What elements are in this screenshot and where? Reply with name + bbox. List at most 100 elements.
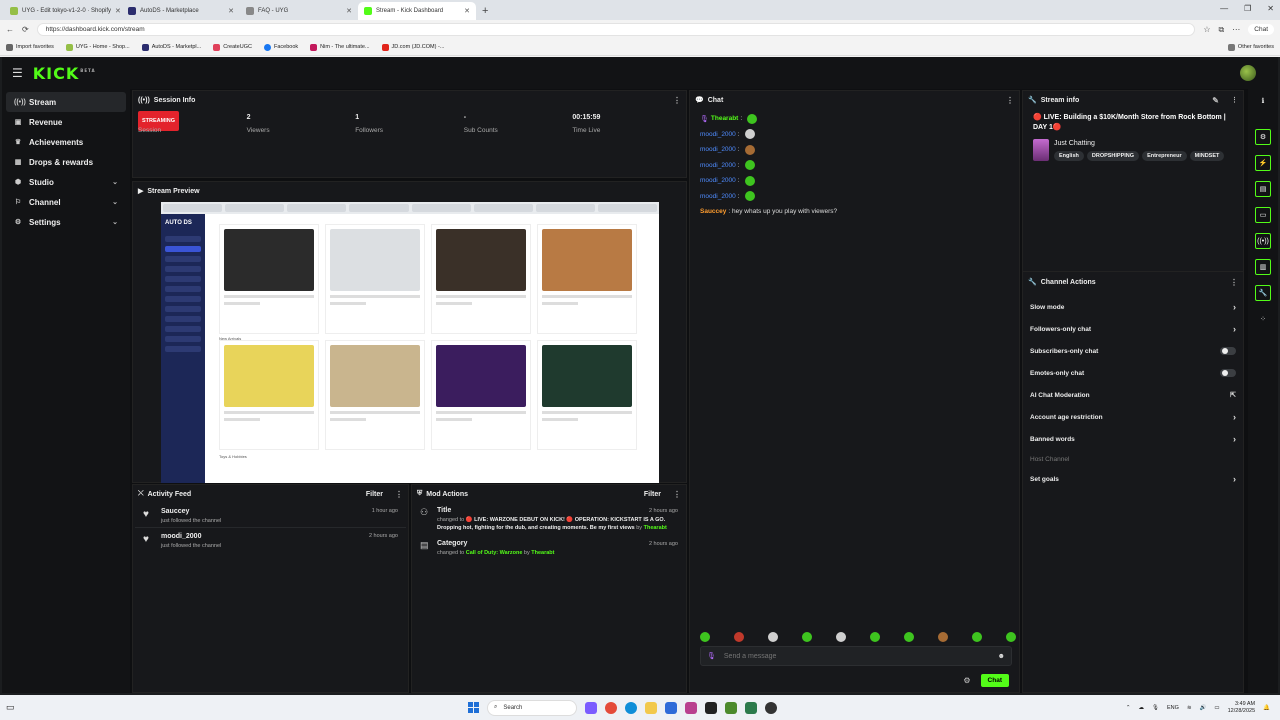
lightning-icon[interactable]: ⚡ <box>1255 155 1271 171</box>
sidebar-item-settings[interactable]: ⚙ Settings ⌄ <box>6 212 126 232</box>
action-followers-only[interactable]: Followers-only chat › <box>1023 318 1243 340</box>
emote-icon[interactable] <box>904 632 914 642</box>
microphone-icon[interactable]: 🎙 <box>707 652 716 660</box>
more-options-icon[interactable]: ⋮ <box>1006 96 1014 105</box>
kick-logo[interactable]: KICKBETA <box>33 64 96 83</box>
bookmark-other-favorites[interactable]: Other favorites <box>1227 43 1274 51</box>
avatar[interactable] <box>1240 65 1256 81</box>
browser-tab-faq[interactable]: FAQ - UYG ✕ <box>240 2 358 20</box>
chat-username[interactable]: Thearabt <box>711 115 738 122</box>
copilot-chat-button[interactable]: Chat <box>1248 24 1274 35</box>
volume-icon[interactable]: 🔊 <box>1200 705 1207 711</box>
app-icon[interactable] <box>725 701 737 714</box>
taskbar-search[interactable]: ⌕ Search <box>487 699 577 716</box>
chrome-icon[interactable] <box>605 701 617 714</box>
chat-username[interactable]: moodi_2000 <box>700 193 736 200</box>
edge-icon[interactable] <box>625 701 637 714</box>
mod-action-user[interactable]: Thearabt <box>644 525 667 531</box>
message-icon[interactable]: ▭ <box>1255 207 1271 223</box>
filter-button[interactable]: Filter <box>366 491 383 498</box>
edit-pencil-icon[interactable]: ✎ <box>1212 96 1219 105</box>
close-icon[interactable]: ✕ <box>115 7 121 15</box>
refresh-icon[interactable]: ⟳ <box>22 25 29 34</box>
store-icon[interactable] <box>665 701 677 714</box>
app-icon[interactable] <box>685 701 697 714</box>
close-icon[interactable]: ✕ <box>228 7 234 15</box>
sidebar-item-achievements[interactable]: ♛ Achievements <box>6 132 126 152</box>
notification-icon[interactable]: 🔔 <box>1263 705 1270 711</box>
emote-icon[interactable] <box>938 632 948 642</box>
gear-icon[interactable]: ⚙ <box>963 676 970 685</box>
clock[interactable]: 3:49 AM 12/28/2025 <box>1228 701 1256 715</box>
copilot-icon[interactable] <box>585 701 597 714</box>
microphone-icon[interactable]: 🎙 <box>1152 705 1159 711</box>
address-bar[interactable]: https://dashboard.kick.com/stream <box>36 23 1196 36</box>
bookmark-import[interactable]: Import favorites <box>6 43 54 51</box>
subscribers-only-toggle[interactable] <box>1220 347 1236 355</box>
menu-dots-icon[interactable]: ⋯ <box>1232 25 1240 34</box>
back-icon[interactable]: ← <box>6 25 14 34</box>
emote-icon[interactable] <box>870 632 880 642</box>
battery-icon[interactable]: ▭ <box>1214 705 1219 711</box>
app-icon[interactable] <box>745 701 757 714</box>
emote-icon[interactable] <box>972 632 982 642</box>
chat-username[interactable]: moodi_2000 <box>700 177 736 184</box>
emote-icon[interactable] <box>836 632 846 642</box>
send-chat-button[interactable]: Chat <box>980 674 1009 687</box>
bookmark-autods[interactable]: AutoDS - Marketpl... <box>141 43 201 51</box>
emote-icon[interactable] <box>802 632 812 642</box>
emote-icon[interactable] <box>734 632 744 642</box>
close-icon[interactable]: ✕ <box>464 7 470 15</box>
chat-username[interactable]: moodi_2000 <box>700 131 736 138</box>
minimize-icon[interactable]: — <box>1220 4 1228 13</box>
emotes-only-toggle[interactable] <box>1220 369 1236 377</box>
broadcast-icon[interactable]: ((•)) <box>1255 233 1271 249</box>
language-indicator[interactable]: ENG <box>1167 705 1179 711</box>
more-options-icon[interactable]: ⋮ <box>1230 278 1238 287</box>
cloud-icon[interactable]: ☁ <box>1139 705 1145 711</box>
file-explorer-icon[interactable] <box>645 701 657 714</box>
chevron-up-icon[interactable]: ⌃ <box>1126 705 1131 711</box>
layout-icon[interactable]: ▥ <box>1255 259 1271 275</box>
chat-input[interactable] <box>723 652 990 660</box>
browser-tab-kick[interactable]: Stream - Kick Dashboard ✕ <box>358 2 476 20</box>
new-tab-button[interactable]: + <box>476 2 494 20</box>
chat-username[interactable]: Sauccey <box>700 208 726 215</box>
mod-action-user[interactable]: Thearabt <box>531 550 554 556</box>
action-ai-moderation[interactable]: AI Chat Moderation ⇱ <box>1023 384 1243 406</box>
terminal-icon[interactable] <box>705 701 717 714</box>
wrench-icon[interactable]: 🔧 <box>1255 285 1271 301</box>
bookmark-nim[interactable]: Nim - The ultimate... <box>310 43 370 51</box>
action-slow-mode[interactable]: Slow mode › <box>1023 296 1243 318</box>
chat-username[interactable]: moodi_2000 <box>700 162 736 169</box>
windows-start-icon[interactable] <box>468 702 479 713</box>
close-window-icon[interactable]: ✕ <box>1267 4 1274 13</box>
close-icon[interactable]: ✕ <box>346 7 352 15</box>
wifi-icon[interactable]: ≋ <box>1187 705 1192 711</box>
star-icon[interactable]: ☆ <box>1203 25 1210 34</box>
emote-icon[interactable] <box>1006 632 1016 642</box>
stream-preview-video[interactable]: AUTO DS New Arrivals Toys & Hobbies <box>161 202 659 483</box>
more-options-icon[interactable]: ⋮ <box>673 490 681 499</box>
bookmark-facebook[interactable]: Facebook <box>263 43 298 51</box>
more-options-icon[interactable]: ⋮ <box>395 490 403 499</box>
extensions-icon[interactable]: ⧉ <box>1219 25 1225 35</box>
more-options-icon[interactable]: ⋮ <box>673 96 681 105</box>
maximize-icon[interactable]: ❐ <box>1244 4 1251 13</box>
sidebar-item-drops[interactable]: ▦ Drops & rewards <box>6 152 126 172</box>
filter-button[interactable]: Filter <box>644 491 661 498</box>
emoji-icon[interactable]: ☻ <box>998 653 1005 660</box>
bookmark-uyg[interactable]: UYG - Home - Shop... <box>65 43 130 51</box>
browser-tab-autods[interactable]: AutoDS - Marketplace ✕ <box>122 2 240 20</box>
bookmark-jd[interactable]: JD.com (JD.COM) -... <box>381 43 444 51</box>
sidebar-item-channel[interactable]: ⚐ Channel ⌄ <box>6 192 126 212</box>
browser-tab-shopify[interactable]: UYG - Edit tokyo-v1-2-0 · Shopify ✕ <box>4 2 122 20</box>
bookmark-createugc[interactable]: CreateUGC <box>213 43 252 51</box>
sidebar-item-studio[interactable]: ⬢ Studio ⌄ <box>6 172 126 192</box>
emote-icon[interactable] <box>768 632 778 642</box>
hamburger-menu-icon[interactable]: ☰ <box>12 66 23 80</box>
chat-username[interactable]: moodi_2000 <box>700 146 736 153</box>
tool-icon[interactable]: ⚙ <box>1255 129 1271 145</box>
more-options-icon[interactable]: ⋮ <box>1231 96 1238 104</box>
emote-icon[interactable] <box>700 632 710 642</box>
